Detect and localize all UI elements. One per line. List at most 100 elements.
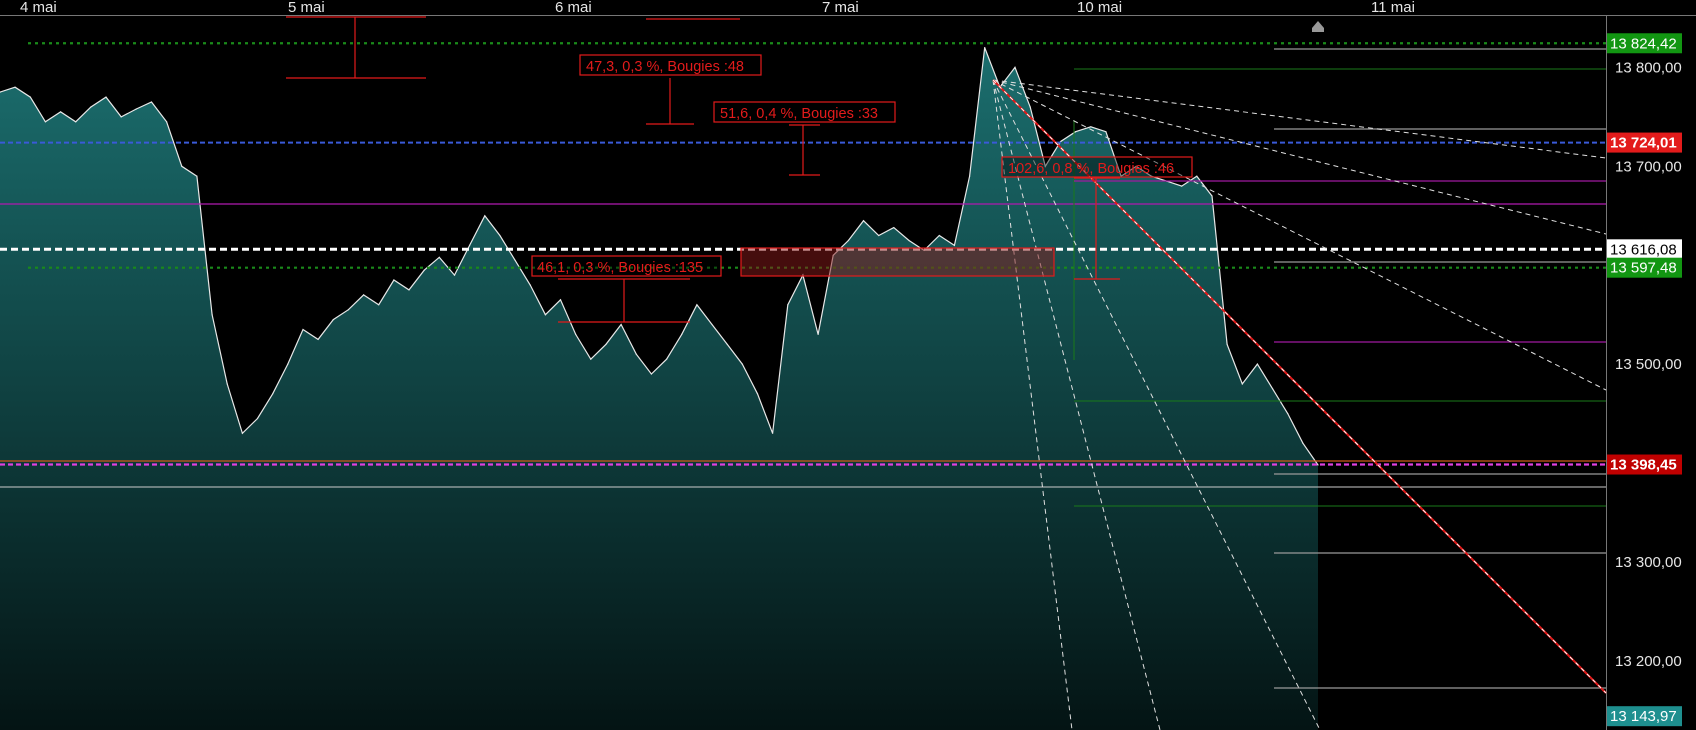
price-point: [681, 333, 683, 335]
price-tags: 13 824,42 13 724,01 13 616,08 13 597,48 13 3…: [1607, 33, 1682, 727]
price-point: [378, 304, 380, 306]
annotation-label: 102,6, 0,8 %, Bougies :46: [1008, 161, 1174, 177]
price-point: [696, 304, 698, 306]
y-tick-label: 13 500,00: [1615, 356, 1682, 373]
price-point: [256, 417, 259, 420]
price-point: [1302, 442, 1304, 444]
price-point: [120, 116, 122, 118]
y-tick-label: 13 700,00: [1615, 158, 1682, 175]
price-point: [938, 234, 940, 237]
price-point: [1317, 464, 1319, 466]
price-point: [423, 269, 425, 271]
price-point: [499, 234, 501, 237]
price-point: [1181, 185, 1183, 187]
y-tick-label: 13 300,00: [1615, 554, 1682, 571]
x-tick-label: 4 mai: [20, 0, 57, 16]
price-point: [347, 309, 349, 311]
y-tick-label: 13 200,00: [1615, 653, 1682, 670]
price-point: [575, 333, 577, 335]
price-point: [1196, 175, 1198, 177]
price-point: [272, 393, 274, 395]
price-point: [605, 343, 607, 345]
price-point: [862, 220, 865, 222]
price-point: [453, 274, 456, 276]
red-zone: [740, 247, 1055, 277]
price-point: [363, 294, 365, 296]
price-point: [1014, 66, 1016, 68]
price-point: [847, 239, 850, 242]
price-point: [878, 234, 880, 237]
price-point: [1029, 106, 1031, 108]
price-point: [166, 121, 168, 123]
price-point: [332, 319, 334, 321]
price-tag-label: 13 398,45: [1610, 457, 1677, 474]
price-point: [711, 323, 713, 326]
price-point: [90, 106, 92, 108]
price-point: [484, 215, 486, 217]
price-point: [817, 333, 819, 335]
price-point: [544, 314, 547, 316]
price-point: [1211, 195, 1213, 197]
annotation-label: 46,1, 0,3 %, Bougies :135: [537, 260, 703, 276]
price-point: [287, 363, 289, 365]
price-chart[interactable]: 47,3, 0,3 %, Bougies :48 51,6, 0,4 %, Bo…: [0, 0, 1696, 730]
x-tick-label: 11 mai: [1371, 0, 1415, 16]
price-point: [1105, 131, 1107, 133]
price-point: [756, 393, 759, 395]
price-point: [44, 121, 47, 123]
x-tick-label: 10 mai: [1077, 0, 1122, 16]
price-point: [1075, 131, 1077, 133]
price-point: [1226, 343, 1228, 345]
price-point: [211, 314, 213, 316]
price-point: [787, 304, 789, 306]
price-tag-label: 13 597,48: [1610, 260, 1677, 277]
price-point: [908, 239, 910, 242]
price-point: [726, 343, 728, 345]
price-point: [1287, 412, 1289, 415]
price-point: [529, 284, 531, 286]
price-point: [317, 338, 319, 340]
x-tick-label: 6 mai: [555, 0, 592, 16]
annotation-label: 51,6, 0,4 %, Bougies :33: [720, 106, 878, 122]
price-point: [393, 279, 395, 281]
price-point: [302, 328, 304, 331]
price-point: [408, 289, 410, 291]
price-point: [135, 108, 137, 110]
price-point: [241, 432, 243, 434]
y-tick-label: 13 800,00: [1615, 59, 1682, 76]
price-point: [1256, 363, 1258, 365]
price-point: [150, 101, 153, 103]
price-point: [75, 121, 77, 123]
price-point: [469, 244, 471, 246]
price-point: [29, 96, 31, 98]
price-point: [969, 175, 971, 177]
price-point: [559, 299, 562, 301]
price-tag-label: 13 143,97: [1610, 708, 1677, 725]
price-point: [953, 244, 956, 246]
price-point: [772, 432, 774, 434]
price-point: [60, 111, 62, 113]
price-point: [590, 358, 592, 360]
x-tick-label: 5 mai: [288, 0, 325, 16]
price-tag-label: 13 824,42: [1610, 35, 1677, 52]
price-point: [14, 86, 16, 88]
x-tick-label: 7 mai: [822, 0, 859, 16]
price-point: [226, 383, 228, 385]
price-tag-label: 13 724,01: [1610, 135, 1677, 152]
price-point: [514, 259, 516, 261]
price-point: [1241, 383, 1243, 385]
price-point: [1272, 388, 1274, 390]
price-point: [741, 363, 743, 365]
price-point: [438, 256, 440, 258]
price-point: [984, 47, 986, 49]
price-point: [893, 227, 895, 229]
price-point: [666, 358, 668, 360]
price-point: [635, 353, 637, 355]
price-tag-label: 13 616,08: [1610, 241, 1677, 258]
price-point: [105, 96, 107, 98]
price-point: [620, 323, 622, 326]
price-point: [650, 373, 653, 375]
annotation-label: 47,3, 0,3 %, Bougies :48: [586, 59, 744, 75]
price-point: [1090, 126, 1092, 128]
price-point: [181, 165, 183, 167]
